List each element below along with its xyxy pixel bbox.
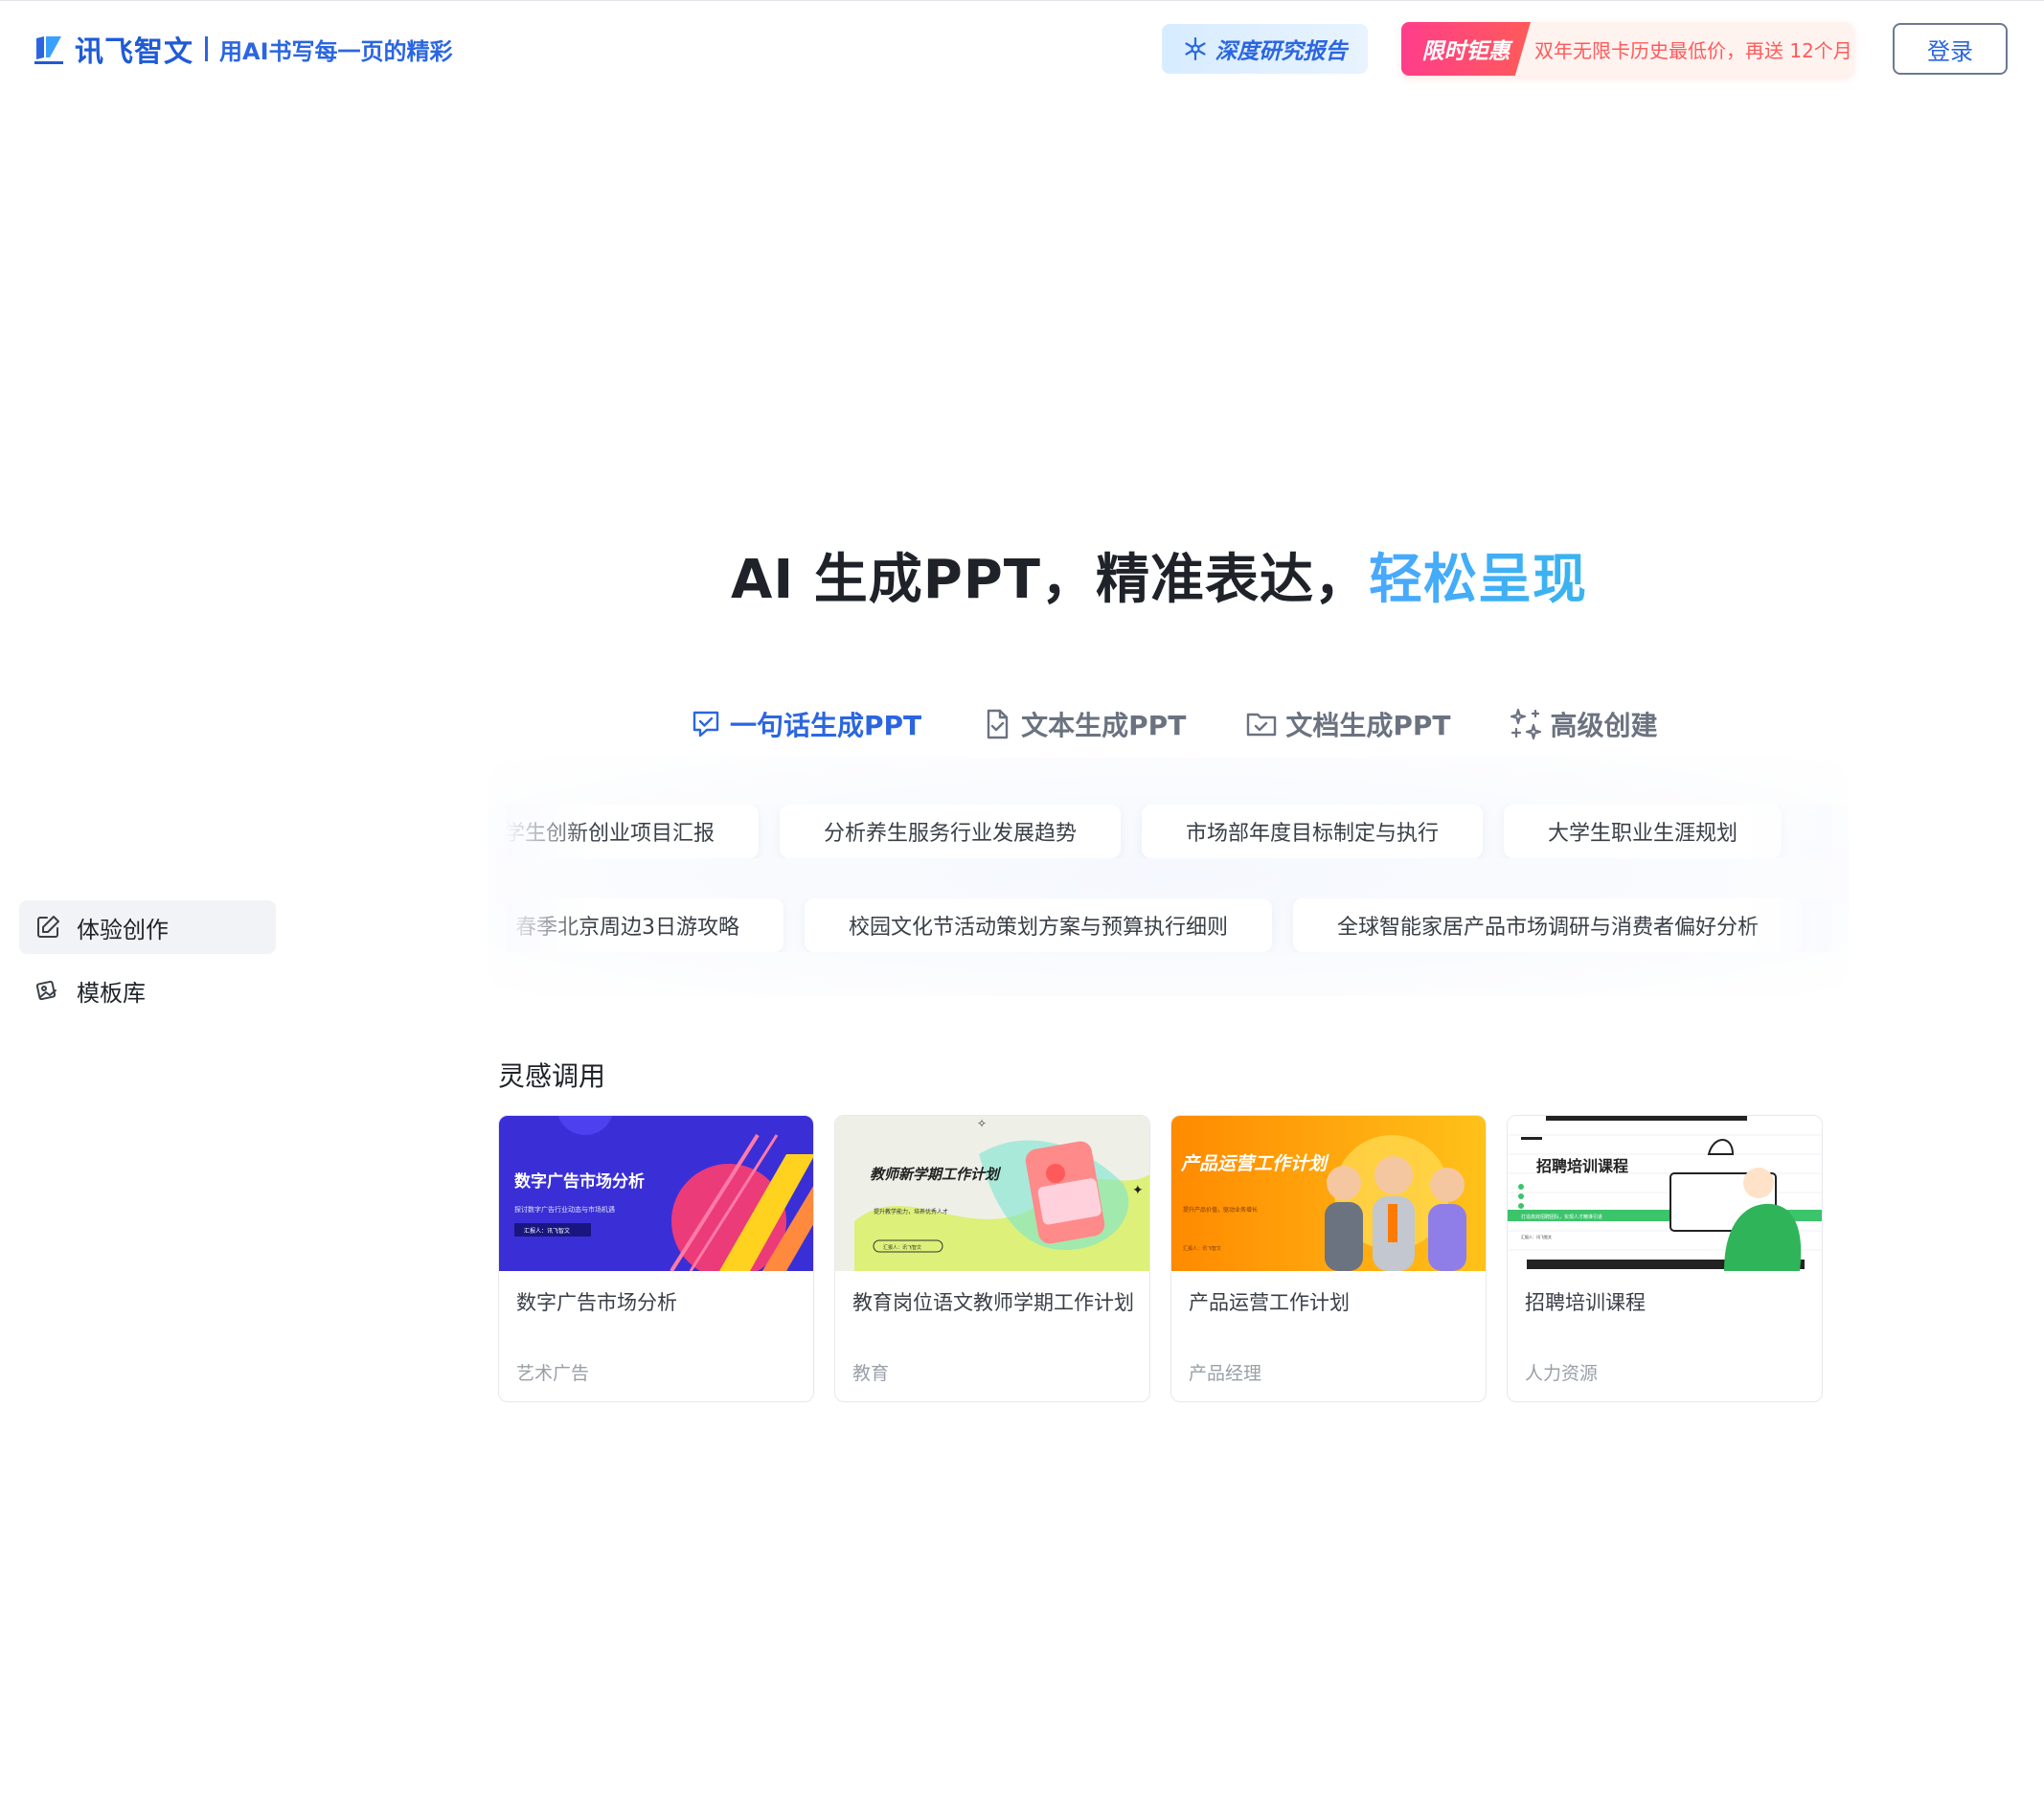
card-category: 产品经理 — [1189, 1363, 1262, 1384]
template-card[interactable]: 招聘培训课程 打造高效招聘团队，实现人才精准引进 汇报人：讯飞智文 招聘培训课程… — [1507, 1115, 1823, 1402]
deep-research-report-button[interactable]: 深度研究报告 — [1162, 24, 1368, 74]
prompt-chip[interactable]: 大学生职业生涯规划 — [1504, 805, 1783, 858]
inspiration-cards: 数字广告市场分析 探讨数字广告行业动态与市场机遇 汇报人：讯飞智文 数字广告市场… — [498, 1115, 1843, 1402]
hero-title-highlight: 轻松呈现 — [1368, 549, 1587, 611]
prompt-row: 春季北京周边3日游攻略 校园文化节活动策划方案与预算执行细则 全球智能家居产品市… — [506, 898, 1831, 952]
thumbnail-title: 教师新学期工作计划 — [870, 1166, 1002, 1183]
card-category: 人力资源 — [1525, 1363, 1599, 1384]
sparkle-icon — [1510, 708, 1542, 740]
card-thumbnail: 招聘培训课程 打造高效招聘团队，实现人才精准引进 汇报人：讯飞智文 — [1508, 1116, 1822, 1271]
inspiration-title: 灵感调用 — [498, 1060, 606, 1092]
tab-label: 文档生成PPT — [1285, 710, 1451, 741]
tab-advanced[interactable]: 高级创建 — [1510, 701, 1657, 747]
thumbnail-subtitle: 打造高效招聘团队，实现人才精准引进 — [1521, 1214, 1602, 1220]
edit-icon — [37, 916, 59, 938]
snowflake-icon — [1184, 36, 1206, 61]
prompt-track: 大学生创新创业项目汇报 分析养生服务行业发展趋势 市场部年度目标制定与执行 大学… — [506, 805, 1803, 858]
page: 讯飞智文 用AI书写每一页的精彩 深度研究报告 限时钜惠 双年无限卡历史最低价，… — [0, 0, 2044, 1817]
thumbnail-title: 招聘培训课程 — [1536, 1157, 1628, 1175]
template-card[interactable]: 教师新学期工作计划 提升教学能力，培养优秀人才 汇报人：讯飞智文 ✦ ✧ 教育岗… — [834, 1115, 1150, 1402]
card-thumbnail: 教师新学期工作计划 提升教学能力，培养优秀人才 汇报人：讯飞智文 ✦ ✧ — [835, 1116, 1149, 1271]
prompt-row: 大学生创新创业项目汇报 分析养生服务行业发展趋势 市场部年度目标制定与执行 大学… — [506, 805, 1831, 858]
thumbnail-subtitle: 提升产品价值，驱动业务增长 — [1183, 1206, 1258, 1214]
thumbnail-presenter: 汇报人：讯飞智文 — [1521, 1234, 1552, 1239]
thumbnail-art: 产品运营工作计划 提升产品价值，驱动业务增长 汇报人：讯飞智文 — [1171, 1116, 1486, 1271]
tab-text[interactable]: 文本生成PPT — [981, 701, 1186, 747]
card-thumbnail: 产品运营工作计划 提升产品价值，驱动业务增长 汇报人：讯飞智文 — [1171, 1116, 1486, 1271]
sidebar-item-label: 体验创作 — [77, 916, 169, 943]
prompt-chip[interactable]: 市场部年度目标制定与执行 — [1142, 805, 1484, 858]
tab-document[interactable]: 文档生成PPT — [1245, 701, 1450, 747]
sidebar-item-label: 模板库 — [77, 979, 146, 1007]
login-button[interactable]: 登录 — [1893, 23, 2008, 75]
sidebar-item-templates[interactable]: 模板库 — [19, 964, 276, 1017]
prompt-chip[interactable]: 春季北京周边3日游攻略 — [506, 898, 784, 952]
promo-tag: 限时钜惠 — [1401, 22, 1531, 76]
folder-check-icon — [1247, 713, 1277, 737]
hero-title-main: AI 生成PPT，精准表达， — [731, 549, 1369, 611]
prompt-chip[interactable]: 分析养生服务行业发展趋势 — [780, 805, 1122, 858]
chat-check-icon — [693, 711, 719, 738]
template-card[interactable]: 数字广告市场分析 探讨数字广告行业动态与市场机遇 汇报人：讯飞智文 数字广告市场… — [498, 1115, 814, 1402]
prompt-track: 春季北京周边3日游攻略 校园文化节活动策划方案与预算执行细则 全球智能家居产品市… — [506, 898, 1824, 952]
card-title: 产品运营工作计划 — [1189, 1291, 1350, 1314]
svg-text:✧: ✧ — [977, 1117, 987, 1130]
brand-separator — [205, 36, 208, 61]
brand-slogan: 用AI书写每一页的精彩 — [219, 37, 453, 65]
thumbnail-art: 教师新学期工作计划 提升教学能力，培养优秀人才 汇报人：讯飞智文 ✦ ✧ — [835, 1116, 1149, 1271]
sidebar: 体验创作 模板库 — [19, 900, 276, 1027]
tab-one-sentence[interactable]: 一句话生成PPT — [690, 701, 922, 762]
prompt-chip[interactable]: 大学生创新创业项目汇报 — [506, 805, 760, 858]
top-bar: 讯飞智文 用AI书写每一页的精彩 深度研究报告 限时钜惠 双年无限卡历史最低价，… — [0, 0, 2044, 96]
thumbnail-subtitle: 提升教学能力，培养优秀人才 — [874, 1208, 948, 1215]
brand-name: 讯飞智文 — [75, 35, 193, 69]
card-category: 艺术广告 — [516, 1363, 590, 1384]
document-check-icon — [987, 709, 1009, 739]
thumbnail-presenter: 汇报人：讯飞智文 — [1183, 1245, 1221, 1252]
card-thumbnail: 数字广告市场分析 探讨数字广告行业动态与市场机遇 汇报人：讯飞智文 — [499, 1116, 813, 1271]
thumbnail-subtitle: 探讨数字广告行业动态与市场机遇 — [514, 1205, 615, 1214]
brand-logo-icon — [34, 36, 63, 64]
sidebar-item-create[interactable]: 体验创作 — [19, 900, 276, 954]
promo-text: 双年无限卡历史最低价，再送 12个月 — [1534, 38, 1852, 62]
prompt-chip[interactable]: 校园文化节活动策划方案与预算执行细则 — [805, 898, 1273, 952]
thumbnail-presenter: 汇报人：讯飞智文 — [883, 1244, 921, 1251]
promo-banner[interactable]: 限时钜惠 双年无限卡历史最低价，再送 12个月 — [1401, 22, 1853, 76]
thumbnail-title: 产品运营工作计划 — [1180, 1153, 1329, 1174]
thumbnail-presenter: 汇报人：讯飞智文 — [524, 1227, 570, 1235]
card-title: 教育岗位语文教师学期工作计划 — [852, 1291, 1134, 1314]
hero-title: AI 生成PPT，精准表达，轻松呈现 — [0, 536, 2044, 614]
template-card[interactable]: 产品运营工作计划 提升产品价值，驱动业务增长 汇报人：讯飞智文 产品运营工作计划… — [1170, 1115, 1487, 1402]
card-category: 教育 — [852, 1363, 890, 1384]
thumbnail-title: 数字广告市场分析 — [514, 1171, 645, 1192]
tab-label: 一句话生成PPT — [730, 710, 922, 741]
deep-research-report-label: 深度研究报告 — [1215, 39, 1348, 64]
prompt-suggestions: 大学生创新创业项目汇报 分析养生服务行业发展趋势 市场部年度目标制定与执行 大学… — [488, 757, 1849, 996]
thumbnail-art: 招聘培训课程 打造高效招聘团队，实现人才精准引进 汇报人：讯飞智文 — [1508, 1116, 1822, 1271]
thumbnail-art: 数字广告市场分析 探讨数字广告行业动态与市场机遇 汇报人：讯飞智文 — [499, 1116, 813, 1271]
tab-label: 高级创建 — [1550, 710, 1658, 741]
card-title: 招聘培训课程 — [1525, 1291, 1646, 1314]
card-title: 数字广告市场分析 — [516, 1291, 677, 1314]
svg-text:✦: ✦ — [1132, 1183, 1144, 1198]
tab-label: 文本生成PPT — [1021, 710, 1187, 741]
template-icon — [35, 980, 57, 1001]
prompt-chip[interactable]: 全球智能家居产品市场调研与消费者偏好分析 — [1293, 898, 1804, 952]
brand[interactable]: 讯飞智文 用AI书写每一页的精彩 — [33, 30, 453, 69]
